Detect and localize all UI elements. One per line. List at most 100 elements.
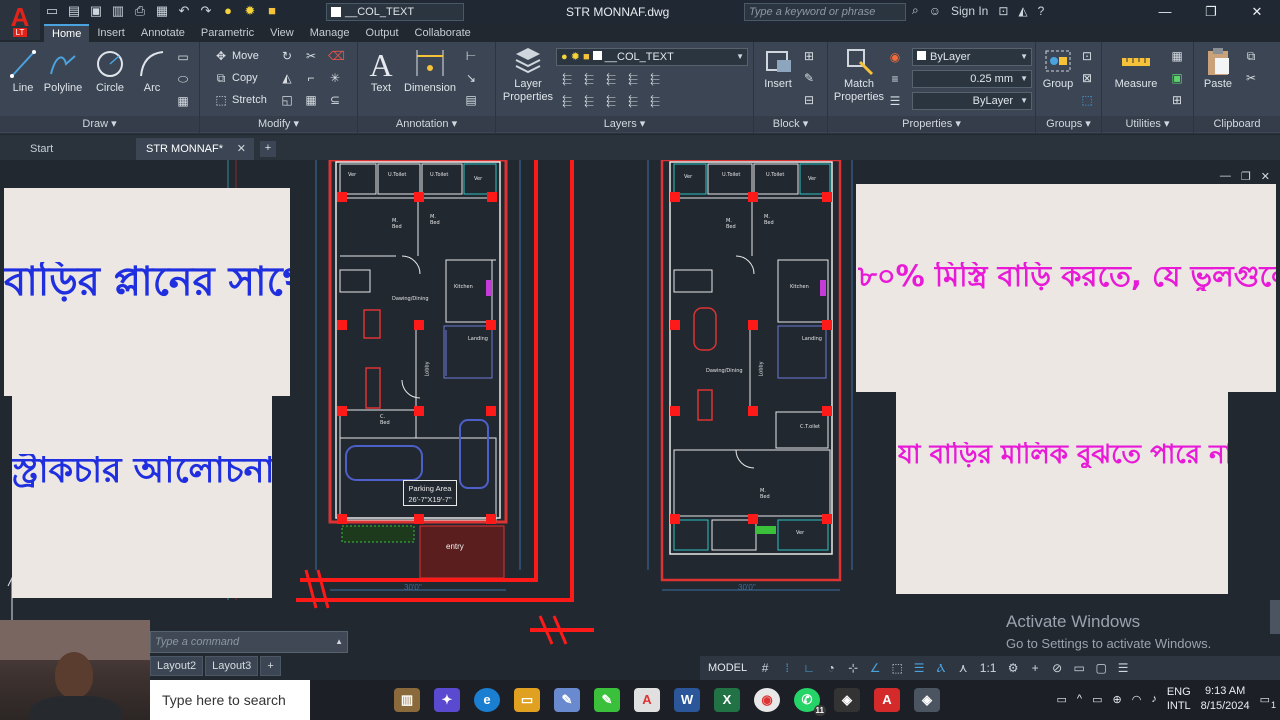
layer-match-icon[interactable]: ⬱ <box>648 72 662 86</box>
annotation-panel-title[interactable]: Annotation ▾ <box>358 116 495 132</box>
gear-icon[interactable]: ⚙ <box>1005 660 1021 676</box>
plot-icon[interactable]: ⎙ <box>132 3 148 19</box>
grid-icon[interactable]: # <box>757 660 773 676</box>
isolate-objects-icon[interactable]: ⊘ <box>1049 660 1065 676</box>
clean-screen-icon[interactable]: ▢ <box>1093 660 1109 676</box>
layer-freeze-icon[interactable]: ✹ <box>242 3 258 19</box>
layer-freeze-tool-icon[interactable]: ⬱ <box>604 72 618 86</box>
minimize-icon[interactable]: — <box>1142 0 1188 24</box>
chevron-up-icon[interactable]: ▲ <box>335 632 343 652</box>
calculator-tool[interactable]: ▦ <box>1170 49 1184 63</box>
add-layout-icon[interactable]: + <box>260 656 281 676</box>
group-edit-tool[interactable]: ⊠ <box>1080 71 1094 85</box>
maximize-icon[interactable]: ❐ <box>1188 0 1234 24</box>
id-point-tool[interactable]: ⊞ <box>1170 93 1184 107</box>
tab-layout3[interactable]: Layout3 <box>205 656 259 676</box>
selection-cycling-icon[interactable]: ⬚ <box>889 660 905 676</box>
draw-panel-title[interactable]: Draw ▾ <box>0 116 199 132</box>
binoculars-icon[interactable]: ⌕ <box>912 3 919 18</box>
mirror-tool[interactable]: ◭ <box>280 71 294 85</box>
save-icon[interactable]: ▣ <box>88 3 104 19</box>
copilot-icon[interactable]: ✦ <box>434 688 460 712</box>
polyline-tool[interactable]: Polyline <box>40 48 86 94</box>
tab-annotate[interactable]: Annotate <box>133 24 193 42</box>
tab-output[interactable]: Output <box>358 24 407 42</box>
autocad-taskbar-icon[interactable]: A <box>874 688 900 712</box>
excel-icon[interactable]: X <box>714 688 740 712</box>
open-folder-icon[interactable]: ▤ <box>66 3 82 19</box>
app-store-icon[interactable]: ◭ <box>1018 4 1027 18</box>
layer-on-icon[interactable]: ● <box>220 3 236 19</box>
taskbar-view-icon[interactable]: ▭ <box>1057 693 1067 706</box>
cut-tool[interactable]: ✂ <box>1244 71 1258 85</box>
app-menu-button[interactable]: A LT <box>0 0 40 40</box>
new-tab-icon[interactable]: + <box>260 141 276 157</box>
help-search-input[interactable]: Type a keyword or phrase <box>744 3 906 21</box>
tab-home[interactable]: Home <box>44 24 90 42</box>
utilities-panel-title[interactable]: Utilities ▾ <box>1102 116 1193 132</box>
undo-icon[interactable]: ↶ <box>176 3 192 19</box>
create-block-tool[interactable]: ⊞ <box>802 49 816 63</box>
whatsapp-icon[interactable]: ✆ 11 <box>794 688 826 716</box>
layer-thaw-icon[interactable]: ⬱ <box>626 94 640 108</box>
paste-button[interactable]: Paste <box>1198 46 1238 90</box>
layer-dropdown[interactable]: ● ✹ ■ __COL_TEXT ▼ <box>556 48 748 66</box>
edge-browser-icon[interactable]: e <box>474 688 500 712</box>
lineweight-display-icon[interactable]: ☰ <box>911 660 927 676</box>
autocad-active-icon[interactable]: ◈ <box>914 688 940 712</box>
drawing-app-icon[interactable]: ◈ <box>834 688 860 712</box>
offset-tool[interactable]: ⊆ <box>328 93 342 107</box>
text-tool[interactable]: A Text <box>362 46 400 94</box>
network-icon[interactable]: ⊕ <box>1112 693 1121 706</box>
layer-previous-icon[interactable]: ⬱ <box>582 94 596 108</box>
tray-chevron-icon[interactable]: ^ <box>1077 693 1082 705</box>
battery-icon[interactable]: ▭ <box>1092 693 1102 706</box>
drawing-canvas[interactable]: Ver U.Toilet U.Toilet Ver M. Bed M. Bed … <box>0 160 1280 658</box>
measure-button[interactable]: Measure <box>1108 46 1164 90</box>
plus-icon[interactable]: + <box>1027 660 1043 676</box>
groups-panel-title[interactable]: Groups ▾ <box>1036 116 1101 132</box>
snap-icon[interactable]: ⁞ <box>779 660 795 676</box>
layer-isolate-icon[interactable]: ⬱ <box>582 72 596 86</box>
rotate-tool[interactable]: ↻ <box>280 49 294 63</box>
paint-icon[interactable]: ✎ <box>554 688 580 712</box>
scale-tool[interactable]: ◱ <box>280 93 294 107</box>
file-explorer-icon[interactable]: ▭ <box>514 688 540 712</box>
lineweight-dropdown[interactable]: 0.25 mm ▼ <box>912 70 1032 88</box>
tab-start[interactable]: Start <box>20 138 63 160</box>
input-language[interactable]: ENG INTL <box>1167 685 1191 713</box>
user-icon[interactable]: ☺ <box>929 4 941 18</box>
arc-tool[interactable]: Arc <box>134 48 170 94</box>
tab-collaborate[interactable]: Collaborate <box>407 24 479 42</box>
attribute-tool[interactable]: ⊟ <box>802 93 816 107</box>
layer-unlock-icon[interactable]: ⬱ <box>648 94 662 108</box>
layer-lock-icon[interactable]: ■ <box>264 3 280 19</box>
tab-manage[interactable]: Manage <box>302 24 358 42</box>
linetype-dropdown[interactable]: ByLayer ▼ <box>912 92 1032 110</box>
qat-layer-dropdown[interactable]: __COL_TEXT <box>326 3 464 21</box>
acrobat-icon[interactable]: A <box>634 688 660 712</box>
layer-properties-button[interactable]: Layer Properties <box>500 46 556 104</box>
sign-in-link[interactable]: Sign In <box>951 4 988 18</box>
redo-icon[interactable]: ↷ <box>198 3 214 19</box>
chrome-icon[interactable]: ◉ <box>754 688 780 712</box>
tab-insert[interactable]: Insert <box>89 24 133 42</box>
table-tool[interactable]: ↘ <box>464 71 478 85</box>
layer-off-icon[interactable]: ⬱ <box>560 72 574 86</box>
viewport-minimize-icon[interactable]: — <box>1220 170 1231 183</box>
stretch-tool[interactable]: ⬚ Stretch <box>214 93 267 107</box>
wifi-icon[interactable]: ◠ <box>1132 693 1142 706</box>
insert-block-button[interactable]: Insert <box>758 46 798 90</box>
group-button[interactable]: Group <box>1038 46 1078 90</box>
help-icon[interactable]: ? <box>1038 4 1045 18</box>
color-dropdown[interactable]: ByLayer ▼ <box>912 48 1032 66</box>
circle-tool[interactable]: Circle <box>90 48 130 94</box>
properties-panel-title[interactable]: Properties ▾ <box>828 116 1035 132</box>
close-tab-icon[interactable]: ✕ <box>237 138 246 160</box>
command-line-input[interactable]: Type a command ▲ <box>150 631 348 653</box>
annotation-scale-value[interactable]: 1:1 <box>977 660 999 676</box>
new-file-icon[interactable]: ▭ <box>44 3 60 19</box>
copy-clip-tool[interactable]: ⧉ <box>1244 49 1258 63</box>
taskbar-search-input[interactable]: Type here to search <box>150 680 310 720</box>
annotation-scale-icon[interactable]: ⋏ <box>955 660 971 676</box>
